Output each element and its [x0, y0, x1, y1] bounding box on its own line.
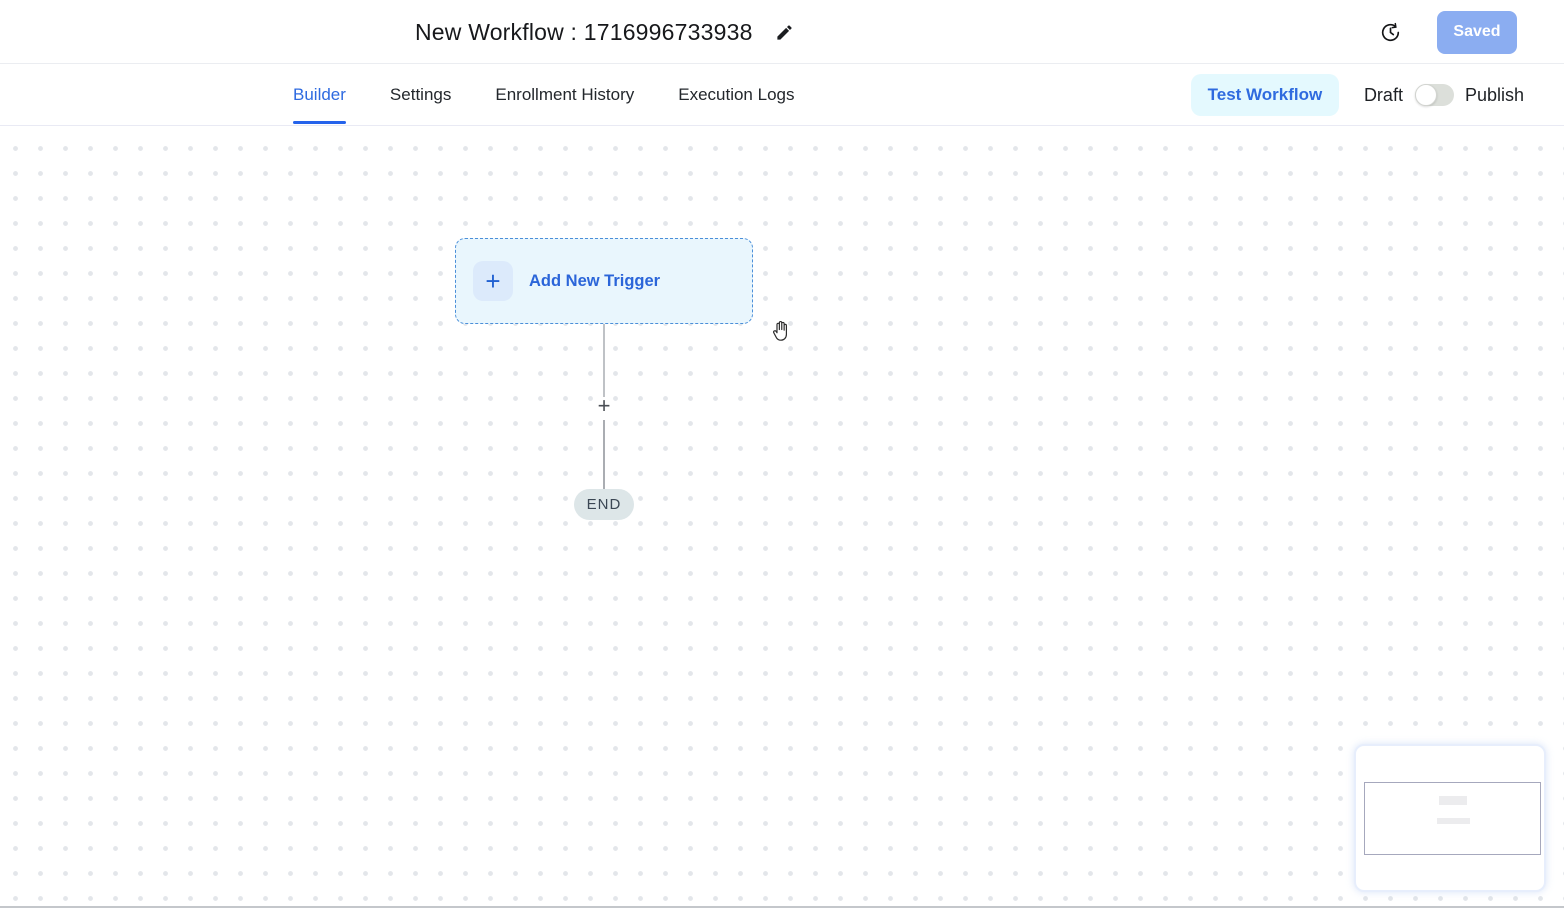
- publish-label: Publish: [1464, 84, 1524, 105]
- minimap[interactable]: [1354, 744, 1546, 892]
- history-clock-icon[interactable]: [1380, 22, 1401, 43]
- test-workflow-button[interactable]: Test Workflow: [1190, 74, 1339, 116]
- workflow-canvas[interactable]: + Add New Trigger + END: [0, 126, 1564, 908]
- end-node: END: [574, 489, 634, 520]
- tabs: Builder Settings Enrollment History Exec…: [293, 64, 794, 125]
- saved-button[interactable]: Saved: [1437, 10, 1517, 54]
- publish-toggle[interactable]: [1414, 84, 1454, 106]
- workflow-builder-app: New Workflow : 1716996733938 Saved Build…: [0, 0, 1564, 908]
- add-new-trigger-node[interactable]: + Add New Trigger: [455, 238, 753, 324]
- add-new-trigger-label: Add New Trigger: [529, 271, 661, 290]
- minimap-trigger-node: [1439, 796, 1467, 805]
- draft-label: Draft: [1363, 84, 1403, 105]
- plus-icon: +: [473, 261, 513, 301]
- toggle-knob: [1414, 84, 1437, 106]
- tab-bar-actions: Test Workflow Draft Publish: [1190, 64, 1524, 126]
- tab-builder[interactable]: Builder: [293, 64, 346, 125]
- app-header: New Workflow : 1716996733938 Saved: [0, 0, 1564, 64]
- connector-line-bottom: [603, 420, 605, 489]
- tab-settings[interactable]: Settings: [390, 64, 451, 125]
- tab-execution-logs[interactable]: Execution Logs: [678, 64, 794, 125]
- page-title: New Workflow : 1716996733938: [415, 18, 753, 45]
- workflow-title-group: New Workflow : 1716996733938: [415, 0, 794, 64]
- tab-bar: Builder Settings Enrollment History Exec…: [0, 64, 1564, 126]
- header-actions: Saved: [1380, 0, 1517, 64]
- minimap-end-node: [1437, 818, 1470, 824]
- hand-grab-cursor-icon: [768, 318, 794, 344]
- connector-line-top: [603, 324, 605, 397]
- pencil-icon[interactable]: [775, 23, 794, 42]
- tab-enrollment-history[interactable]: Enrollment History: [495, 64, 634, 125]
- add-step-plus-icon[interactable]: +: [595, 394, 613, 418]
